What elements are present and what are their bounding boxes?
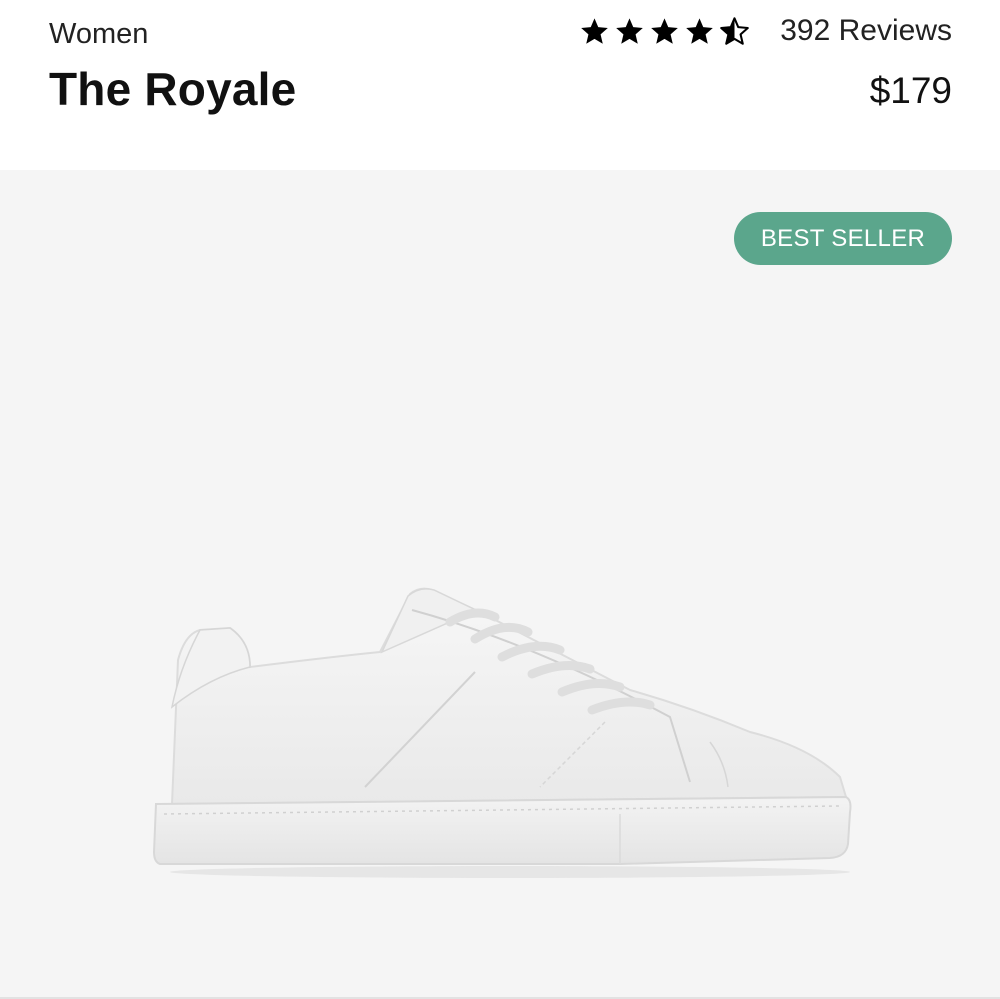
- star-full-icon: [616, 17, 644, 44]
- best-seller-badge: BEST SELLER: [734, 212, 952, 265]
- shoe-shadow: [170, 866, 850, 878]
- star-half-icon: [720, 16, 750, 45]
- shoe-upper: [169, 587, 848, 805]
- product-category: Women: [49, 18, 149, 50]
- star-rating: [579, 16, 750, 47]
- product-title: The Royale: [49, 63, 297, 115]
- rating-summary[interactable]: 392 Reviews: [579, 14, 952, 48]
- sneaker-image[interactable]: [150, 582, 855, 882]
- product-header: Women The Royale 392 Reviews $179: [0, 0, 1000, 170]
- star-full-icon: [686, 17, 714, 44]
- reviews-link[interactable]: 392 Reviews: [780, 14, 952, 48]
- star-full-icon: [581, 17, 609, 44]
- product-gallery[interactable]: BEST SELLER: [0, 170, 1000, 999]
- star-full-icon: [651, 17, 679, 44]
- product-price: $179: [869, 70, 952, 111]
- product-page: Women The Royale 392 Reviews $179 BEST S…: [0, 0, 1000, 999]
